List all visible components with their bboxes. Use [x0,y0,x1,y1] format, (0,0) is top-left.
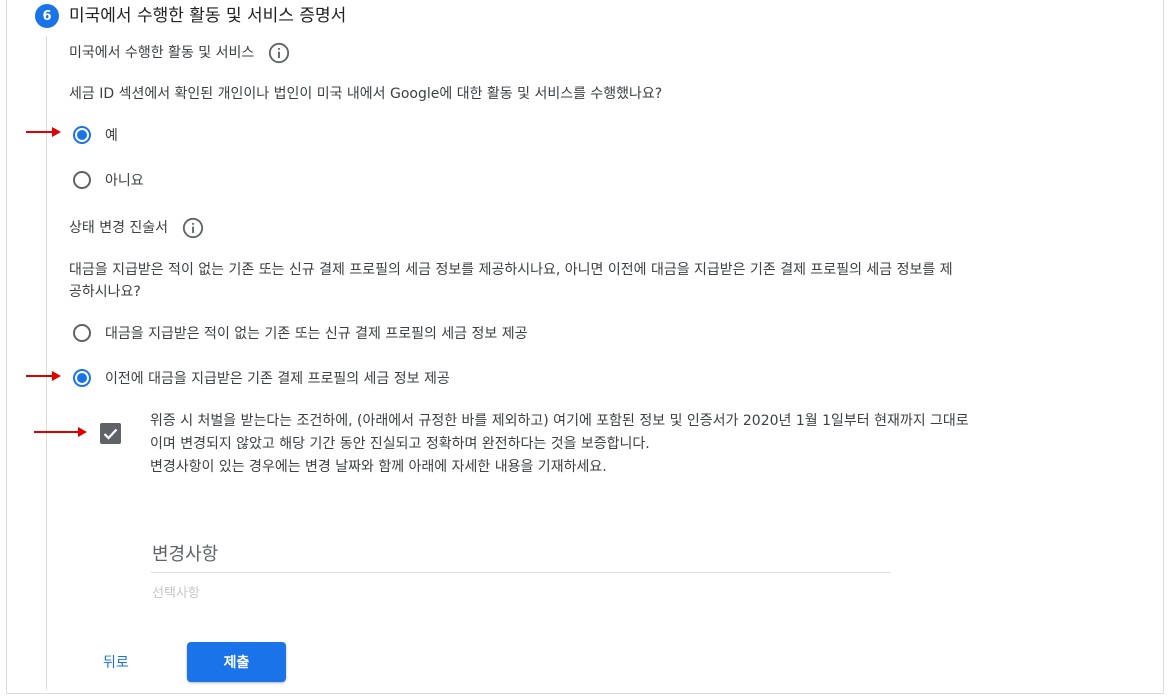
radio-option-no[interactable]: 아니요 [73,170,144,190]
radio-option-new-profile[interactable]: 대금을 지급받은 적이 없는 기존 또는 신규 결제 프로필의 세금 정보 제공 [73,323,527,343]
status-change-heading-label: 상태 변경 진술서 [69,220,169,236]
certification-line3: 변경사항이 있는 경우에는 변경 날짜와 함께 아래에 자세한 내용을 기재하세… [150,459,607,475]
info-icon[interactable] [182,217,204,239]
status-change-heading: 상태 변경 진술서 [69,217,204,239]
certification-checkbox[interactable] [100,423,121,444]
radio-button-yes[interactable] [73,126,91,144]
step-title: 미국에서 수행한 활동 및 서비스 증명서 [69,6,347,26]
step-number-badge: 6 [35,4,59,28]
activities-question: 세금 ID 섹션에서 확인된 개인이나 법인이 미국 내에서 Google에 대… [69,86,663,102]
radio-option-yes[interactable]: 예 [73,125,118,145]
radio-label-new-profile: 대금을 지급받은 적이 없는 기존 또는 신규 결제 프로필의 세금 정보 제공 [105,326,528,342]
info-icon[interactable] [268,42,290,64]
radio-button-no[interactable] [73,171,91,189]
changes-field-hint: 선택사항 [152,586,200,601]
submit-button[interactable]: 제출 [187,642,286,682]
activities-heading-label: 미국에서 수행한 활동 및 서비스 [69,45,255,61]
red-arrow-icon [34,427,87,437]
changes-field-underline[interactable] [151,572,890,573]
radio-label-yes: 예 [105,128,118,144]
radio-button-existing-profile[interactable] [73,369,91,387]
check-icon [103,428,118,440]
red-arrow-icon [26,127,61,137]
red-arrow-icon [26,371,61,381]
certification-line2: 이며 변경되지 않았고 해당 기간 동안 진실되고 정확하며 완전하다는 것을 … [150,436,650,452]
status-change-question-line1: 대금을 지급받은 적이 없는 기존 또는 신규 결제 프로필의 세금 정보를 제… [69,262,953,278]
radio-option-existing-profile[interactable]: 이전에 대금을 지급받은 기존 결제 프로필의 세금 정보 제공 [73,368,450,388]
radio-label-no: 아니요 [105,173,144,189]
status-change-question-line2: 공하시나요? [69,284,141,300]
changes-field-label[interactable]: 변경사항 [152,540,218,566]
certification-line1: 위증 시 처벌을 받는다는 조건하에, (아래에서 규정한 바를 제외하고) 여… [150,413,969,429]
activities-heading: 미국에서 수행한 활동 및 서비스 [69,42,290,64]
certification-text: 위증 시 처벌을 받는다는 조건하에, (아래에서 규정한 바를 제외하고) 여… [150,410,1135,479]
radio-button-new-profile[interactable] [73,324,91,342]
radio-label-existing-profile: 이전에 대금을 지급받은 기존 결제 프로필의 세금 정보 제공 [105,371,450,387]
back-button[interactable]: 뒤로 [103,652,129,672]
